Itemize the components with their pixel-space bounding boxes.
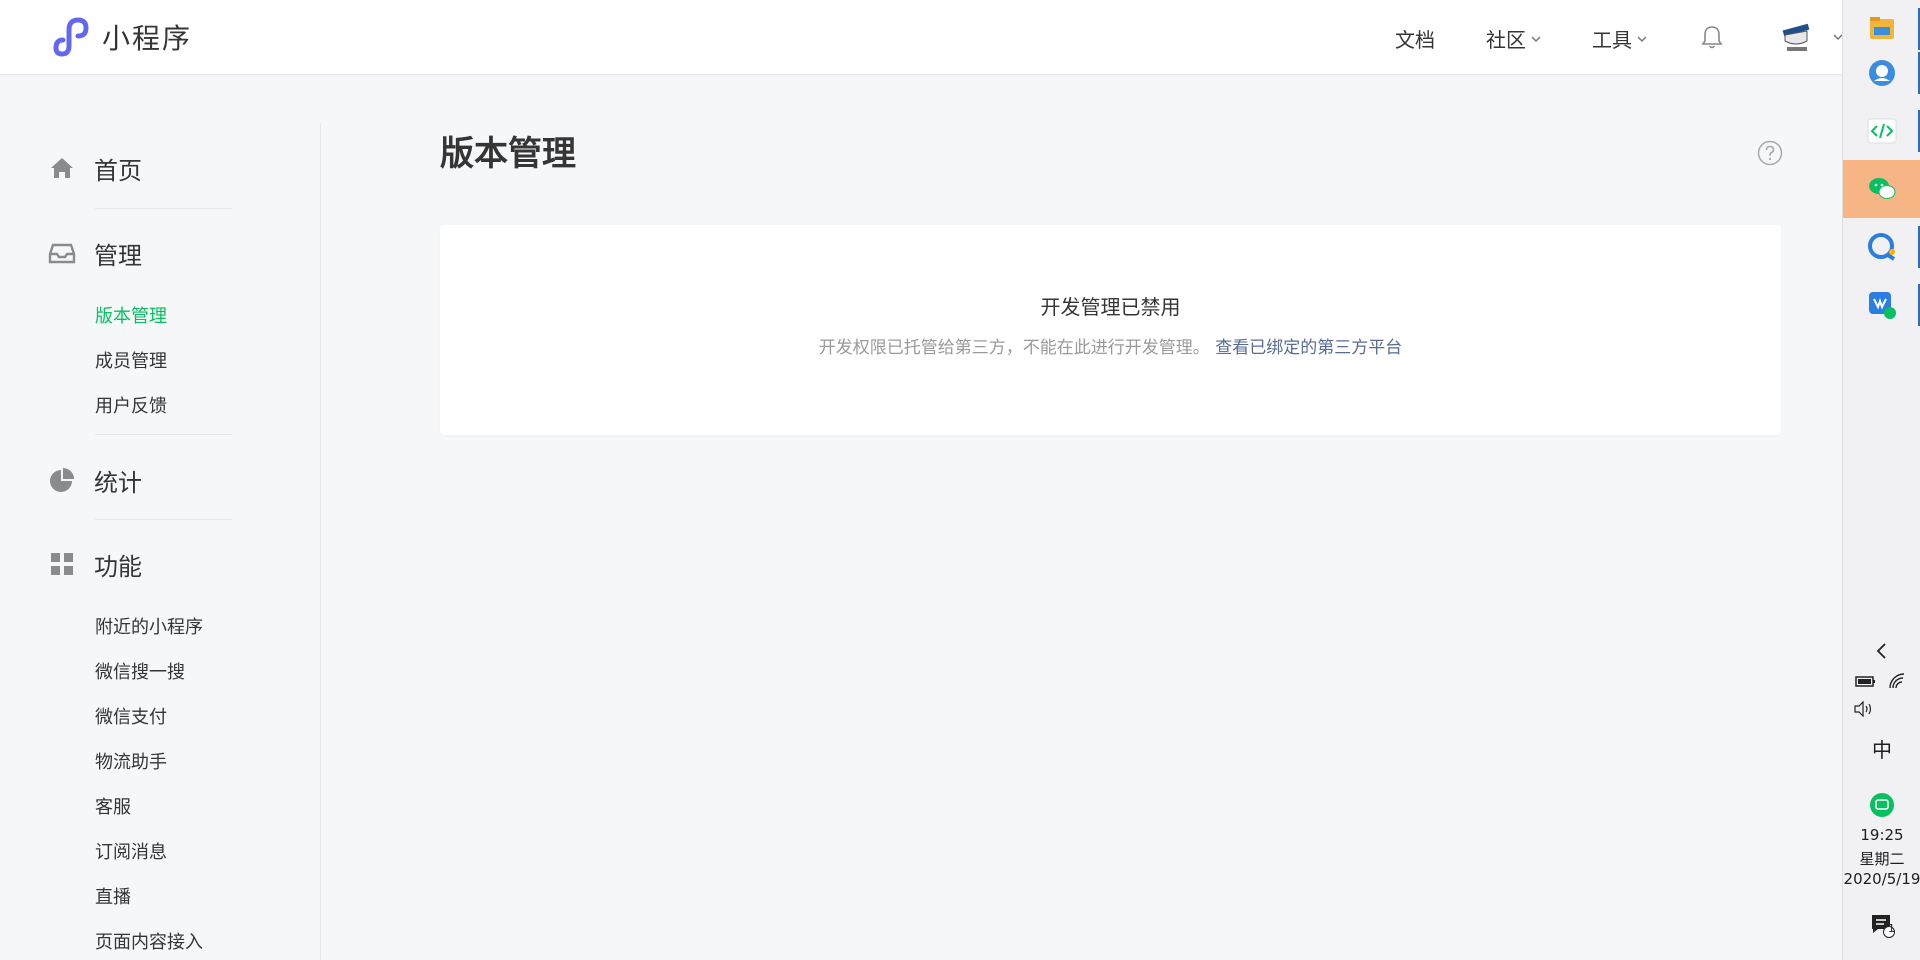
- sidebar-subitem-pay[interactable]: 微信支付: [95, 703, 167, 729]
- sidebar-item-manage[interactable]: 管理: [48, 233, 232, 273]
- sidebar-item-statistics[interactable]: 统计: [48, 460, 232, 500]
- tray-wechat[interactable]: [1843, 790, 1920, 820]
- nav-tools-label: 工具: [1592, 28, 1632, 52]
- inbox-icon: [48, 243, 76, 264]
- divider: [95, 208, 232, 209]
- taskbar-app-wechat-work[interactable]: [1843, 276, 1920, 334]
- sidebar: 首页 管理 版本管理 成员管理 用户反馈 统计 功能 附近的小程序 微信搜一搜 …: [0, 76, 320, 960]
- home-icon: [51, 158, 73, 178]
- sidebar-item-label: 统计: [94, 468, 142, 497]
- nav-tools[interactable]: 工具: [1592, 24, 1648, 53]
- clock-date[interactable]: 2020/5/19: [1843, 870, 1920, 888]
- taskbar-app-chat[interactable]: [1843, 218, 1920, 276]
- sidebar-subitem-nearby[interactable]: 附近的小程序: [95, 613, 203, 639]
- sidebar-subitem-logistics[interactable]: 物流助手: [95, 748, 167, 774]
- avatar[interactable]: [1777, 17, 1817, 57]
- sidebar-subitem-member-management[interactable]: 成员管理: [95, 347, 167, 373]
- sidebar-item-label: 管理: [94, 241, 142, 270]
- sidebar-item-label: 功能: [94, 552, 142, 581]
- sidebar-subitem-subscribe-messages[interactable]: 订阅消息: [95, 838, 167, 864]
- help-icon[interactable]: [1757, 140, 1783, 166]
- sidebar-subitem-content-access[interactable]: 页面内容接入: [95, 928, 203, 954]
- sidebar-item-home[interactable]: 首页: [48, 148, 232, 188]
- bell-icon[interactable]: [1699, 24, 1725, 50]
- sidebar-subitem-customer-service[interactable]: 客服: [95, 793, 131, 819]
- taskbar-app-devtools[interactable]: [1843, 102, 1920, 160]
- wechat-work-icon: [1869, 292, 1896, 319]
- nav-community[interactable]: 社区: [1486, 24, 1542, 53]
- brand[interactable]: 小程序: [48, 16, 192, 58]
- chat-icon: [1868, 233, 1896, 261]
- nav-docs[interactable]: 文档: [1395, 24, 1435, 53]
- sidebar-subitem-search[interactable]: 微信搜一搜: [95, 658, 185, 684]
- notice-description: 开发权限已托管给第三方，不能在此进行开发管理。 查看已绑定的第三方平台: [440, 333, 1781, 358]
- sidebar-subitem-live[interactable]: 直播: [95, 883, 131, 909]
- notification-center[interactable]: 1: [1843, 910, 1920, 940]
- sidebar-divider: [320, 123, 321, 960]
- file-explorer-icon: [1870, 17, 1894, 39]
- sidebar-item-features[interactable]: 功能: [48, 544, 232, 584]
- sidebar-item-label: 首页: [94, 156, 142, 185]
- nav-docs-label: 文档: [1395, 28, 1435, 52]
- taskbar-app-wechat[interactable]: [1843, 160, 1920, 218]
- clock-time[interactable]: 19:25: [1843, 826, 1920, 844]
- clock-weekday[interactable]: 星期二: [1843, 848, 1920, 869]
- notice-title: 开发管理已禁用: [1040, 295, 1181, 319]
- notice-text: 开发权限已托管给第三方，不能在此进行开发管理。: [818, 338, 1210, 358]
- chevron-left-icon: [1876, 643, 1886, 659]
- bound-third-party-link[interactable]: 查看已绑定的第三方平台: [1215, 338, 1402, 358]
- ime-indicator[interactable]: 中: [1843, 734, 1920, 763]
- wechat-icon: [1869, 178, 1896, 199]
- notification-count: 1: [1888, 922, 1895, 935]
- chevron-down-icon: [1637, 35, 1647, 42]
- divider: [95, 434, 232, 435]
- mini-program-logo-icon: [53, 17, 89, 57]
- sidebar-subitem-user-feedback[interactable]: 用户反馈: [95, 392, 167, 418]
- wechat-tray-icon: [1870, 793, 1894, 817]
- devtools-icon: [1867, 118, 1897, 144]
- pie-chart-icon: [50, 468, 74, 492]
- taskbar: 中 19:25 星期二 2020/5/19 1: [1842, 0, 1920, 960]
- volume-icon: [1854, 701, 1872, 717]
- browser-icon: [1869, 60, 1895, 86]
- sidebar-subitem-version-management[interactable]: 版本管理: [95, 302, 167, 328]
- nav-community-label: 社区: [1486, 28, 1526, 52]
- top-bar: 小程序 文档 社区 工具: [0, 0, 1843, 75]
- tray-expand[interactable]: [1843, 640, 1920, 662]
- divider: [95, 519, 232, 520]
- page-title: 版本管理: [440, 134, 576, 174]
- tray-volume[interactable]: [1843, 698, 1920, 720]
- battery-icon[interactable]: [1855, 674, 1877, 688]
- wifi-icon[interactable]: [1887, 673, 1909, 689]
- brand-name: 小程序: [102, 22, 193, 55]
- notice-panel: 开发管理已禁用 开发权限已托管给第三方，不能在此进行开发管理。 查看已绑定的第三…: [440, 225, 1781, 435]
- tray-status-icons: [1843, 670, 1920, 692]
- taskbar-app-browser[interactable]: [1843, 44, 1920, 102]
- grid-icon: [51, 553, 73, 575]
- chevron-down-icon: [1531, 35, 1541, 42]
